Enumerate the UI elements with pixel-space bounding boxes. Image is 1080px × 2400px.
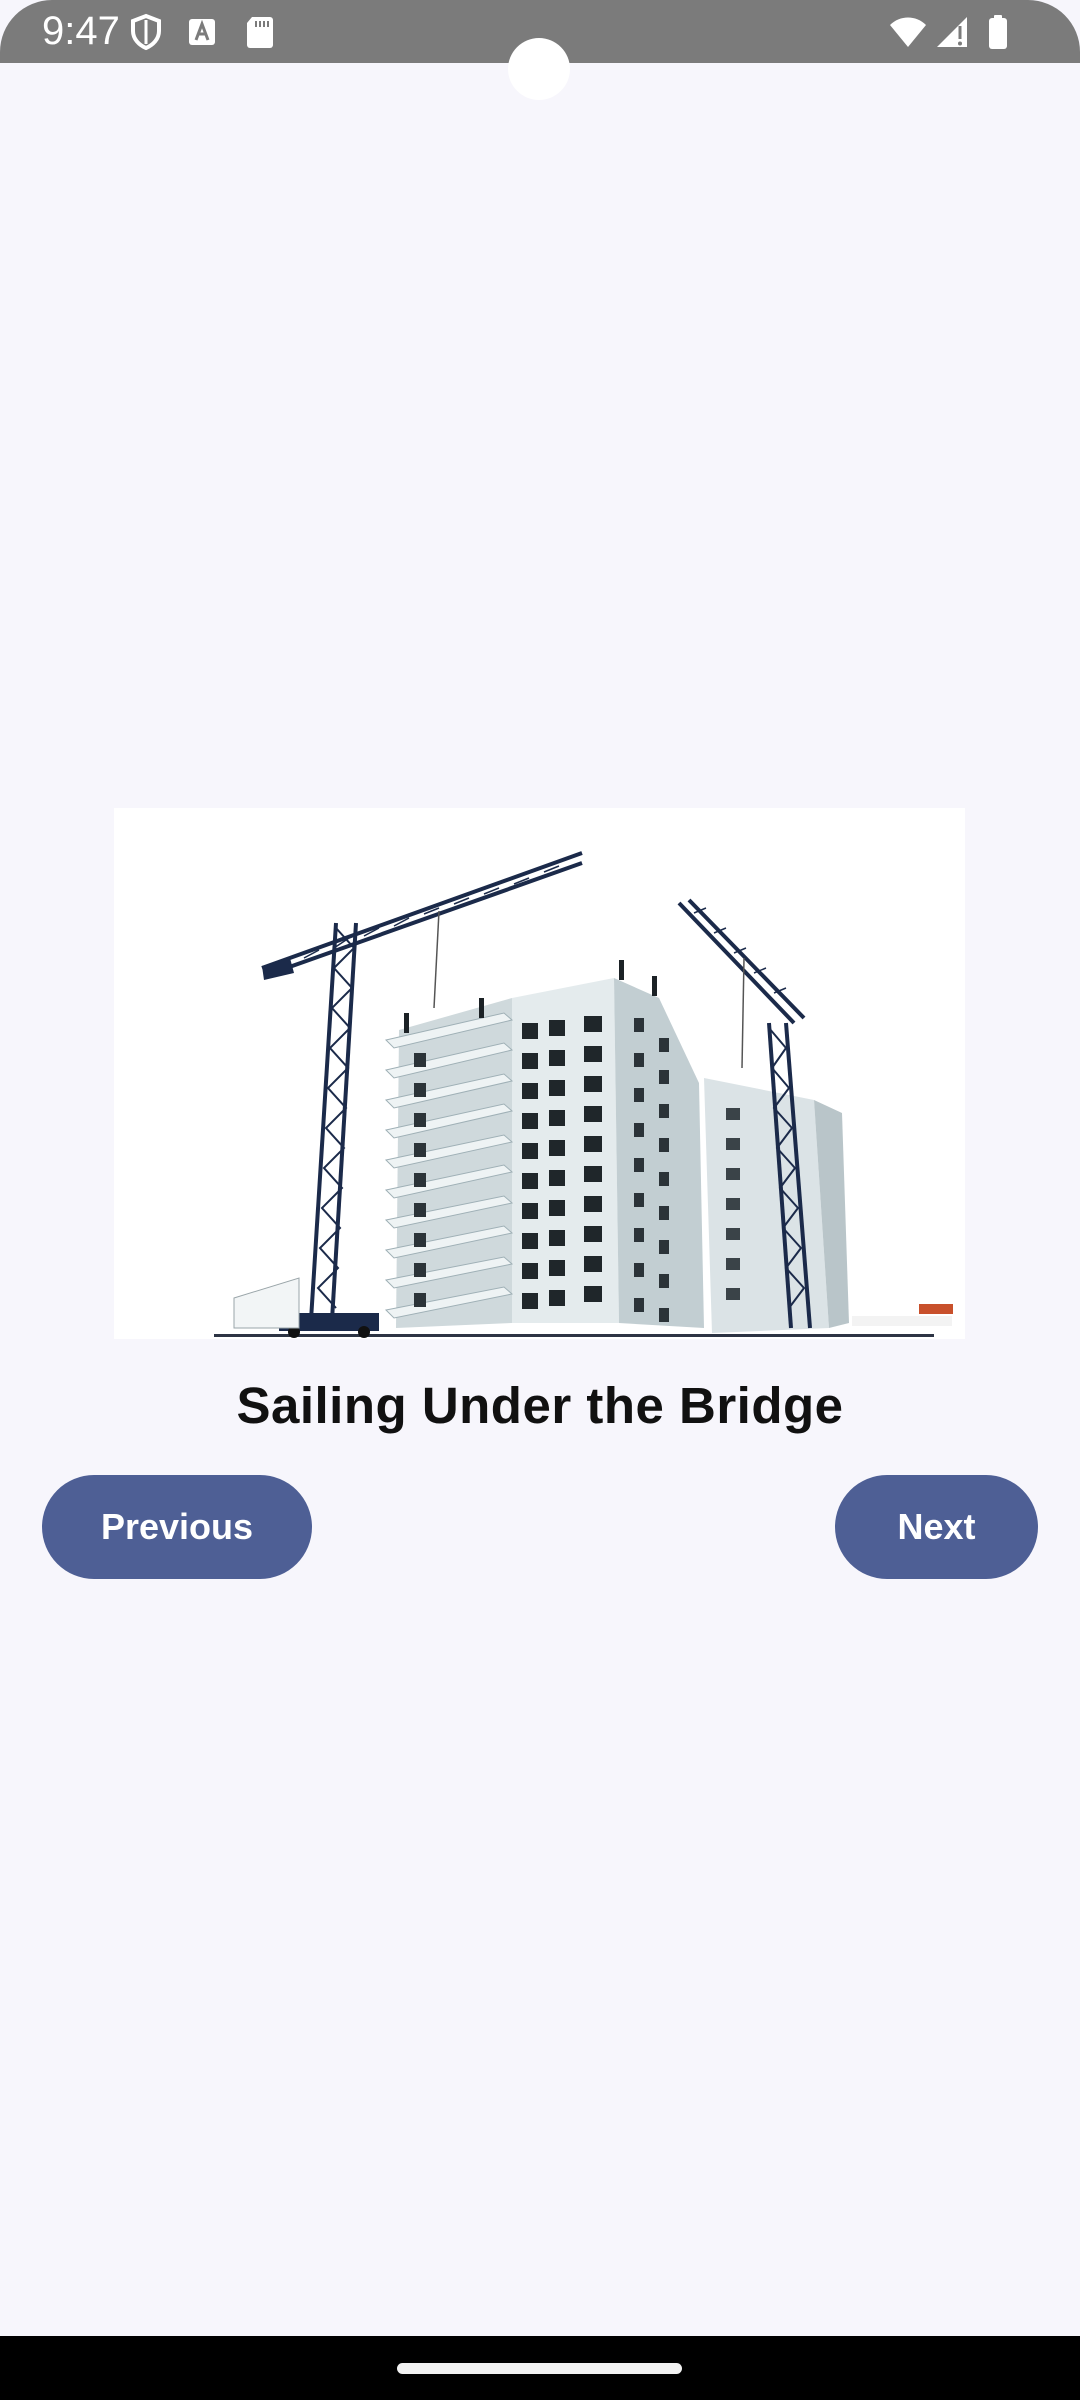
construction-building-image [114,808,965,1339]
signal-icon [937,17,967,47]
shield-icon [131,13,161,51]
next-button[interactable]: Next [835,1475,1038,1579]
previous-button[interactable]: Previous [42,1475,312,1579]
page-title: Sailing Under the Bridge [236,1377,844,1434]
font-a-icon [189,19,215,45]
wifi-icon [890,17,926,47]
battery-icon [989,15,1007,49]
camera-cutout [508,38,570,100]
sd-card-icon [247,17,273,48]
home-indicator[interactable] [397,2363,682,2374]
status-time: 9:47 [42,9,120,53]
